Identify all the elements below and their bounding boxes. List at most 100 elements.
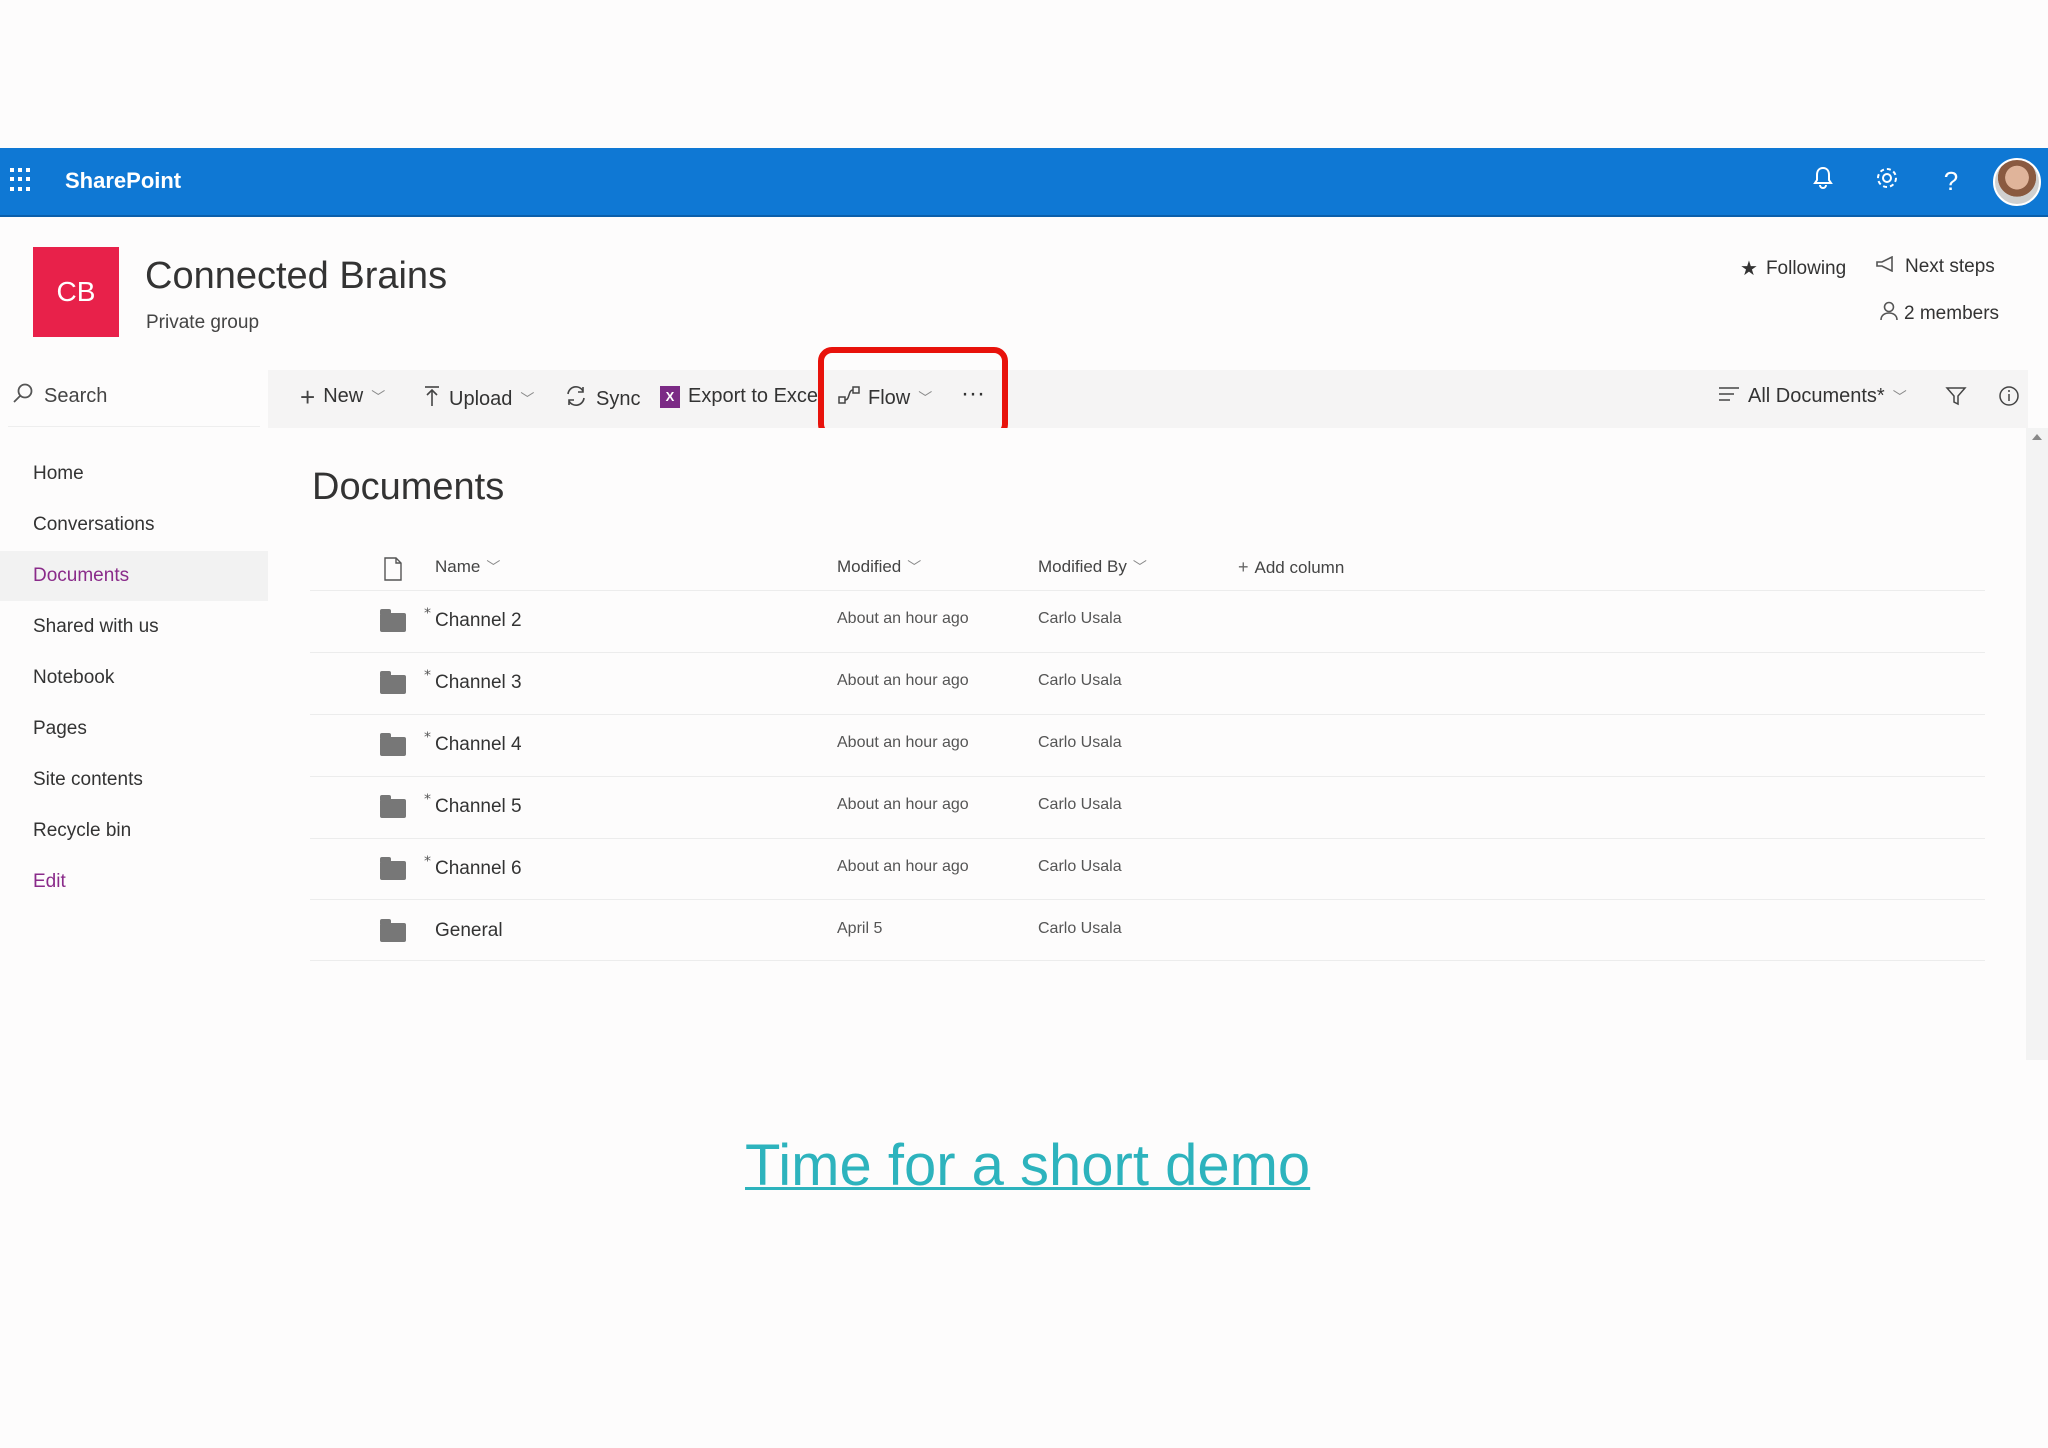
suite-bar: SharePoint ?: [0, 148, 2048, 217]
row-modified-by[interactable]: Carlo Usala: [1038, 610, 1122, 628]
row-name[interactable]: Channel 6: [435, 858, 522, 880]
chevron-down-icon: ﹀: [907, 559, 922, 575]
new-item-icon: ⁎: [424, 600, 431, 616]
sync-label: Sync: [596, 387, 641, 410]
nav-item-notebook[interactable]: Notebook: [0, 653, 268, 703]
nav-item-recycle-bin[interactable]: Recycle bin: [0, 806, 268, 856]
row-modified: About an hour ago: [837, 796, 969, 813]
new-item-icon: ⁎: [424, 662, 431, 678]
members-label: 2 members: [1904, 303, 2000, 324]
row-name[interactable]: Channel 2: [435, 610, 522, 632]
site-logo[interactable]: CB: [33, 247, 119, 337]
folder-icon: [380, 671, 406, 694]
nav-item-pages[interactable]: Pages: [0, 704, 268, 754]
megaphone-icon: [1875, 255, 1897, 278]
upload-icon: [423, 385, 441, 413]
upload-button[interactable]: Upload ﹀: [423, 385, 534, 413]
demo-caption-link[interactable]: Time for a short demo: [745, 1132, 1310, 1199]
add-column-label: Add column: [1254, 557, 1345, 577]
new-label: New: [323, 385, 364, 407]
next-steps-label: Next steps: [1905, 256, 1995, 277]
star-icon: ★: [1740, 258, 1758, 280]
nav-item-home[interactable]: Home: [0, 449, 268, 499]
scroll-up-icon[interactable]: [2032, 434, 2042, 440]
row-name[interactable]: Channel 5: [435, 796, 522, 818]
view-switcher[interactable]: All Documents* ﹀: [1718, 385, 1907, 408]
row-modified: About an hour ago: [837, 858, 969, 875]
column-header-name[interactable]: Name ﹀: [435, 557, 500, 577]
left-nav: Search Home Conversations Documents Shar…: [0, 370, 268, 1060]
filter-icon[interactable]: [1945, 385, 1967, 407]
chevron-down-icon: ﹀: [1892, 388, 1907, 405]
row-name[interactable]: Channel 3: [435, 672, 522, 694]
search-icon: [12, 382, 34, 410]
library-title: Documents: [312, 466, 505, 508]
search-divider: [8, 426, 260, 427]
export-to-excel-button[interactable]: X Export to Excel: [660, 385, 823, 408]
plus-icon: +: [300, 381, 316, 412]
nav-item-site-contents[interactable]: Site contents: [0, 755, 268, 805]
row-modified: About an hour ago: [837, 610, 969, 627]
row-divider: [310, 838, 1985, 839]
info-icon[interactable]: [1998, 385, 2020, 407]
row-modified-by[interactable]: Carlo Usala: [1038, 672, 1122, 690]
folder-icon: [380, 795, 406, 818]
header-divider: [310, 590, 1985, 591]
sync-icon: [564, 385, 588, 413]
row-name[interactable]: Channel 4: [435, 734, 522, 756]
sharepoint-brand[interactable]: SharePoint: [65, 168, 181, 194]
nav-edit-link[interactable]: Edit: [0, 857, 268, 907]
export-label: Export to Excel: [688, 385, 823, 407]
row-modified: About an hour ago: [837, 672, 969, 689]
chevron-down-icon: ﹀: [1132, 559, 1147, 575]
plus-icon: +: [1238, 557, 1249, 577]
following-button[interactable]: ★ Following: [1740, 256, 1846, 281]
avatar[interactable]: [1993, 158, 2041, 206]
scrollbar[interactable]: [2026, 428, 2048, 1060]
folder-icon: [380, 919, 406, 942]
chevron-down-icon: ﹀: [371, 388, 386, 405]
column-header-modified[interactable]: Modified ﹀: [837, 557, 921, 577]
new-item-icon: ⁎: [424, 786, 431, 802]
row-modified-by[interactable]: Carlo Usala: [1038, 858, 1122, 876]
file-type-icon[interactable]: [383, 557, 403, 581]
chevron-down-icon: ﹀: [486, 559, 501, 575]
lines-icon: [1718, 385, 1740, 408]
modified-header-label: Modified: [837, 557, 902, 576]
bell-icon[interactable]: [1806, 164, 1840, 198]
app-launcher-icon[interactable]: [10, 168, 34, 192]
row-modified-by[interactable]: Carlo Usala: [1038, 734, 1122, 752]
view-label: All Documents*: [1748, 385, 1885, 407]
members-button[interactable]: 2 members: [1880, 301, 1999, 327]
row-modified: About an hour ago: [837, 734, 969, 751]
row-divider: [310, 960, 1985, 961]
modified-by-header-label: Modified By: [1038, 557, 1127, 576]
upload-label: Upload: [449, 387, 513, 410]
gear-icon[interactable]: [1870, 164, 1904, 198]
folder-icon: [380, 857, 406, 880]
new-item-icon: ⁎: [424, 848, 431, 864]
nav-item-documents[interactable]: Documents: [0, 551, 268, 601]
nav-item-conversations[interactable]: Conversations: [0, 500, 268, 550]
search-box[interactable]: Search: [12, 382, 107, 410]
row-divider: [310, 652, 1985, 653]
column-header-modified-by[interactable]: Modified By ﹀: [1038, 557, 1147, 577]
row-modified-by[interactable]: Carlo Usala: [1038, 796, 1122, 814]
nav-item-shared-with-us[interactable]: Shared with us: [0, 602, 268, 652]
flow-highlight-box: [818, 347, 1008, 438]
help-icon[interactable]: ?: [1934, 164, 1968, 198]
chevron-down-icon: ﹀: [520, 391, 535, 407]
site-title[interactable]: Connected Brains: [145, 255, 447, 298]
new-button[interactable]: + New ﹀: [300, 381, 386, 412]
add-column-button[interactable]: + Add column: [1238, 557, 1344, 578]
excel-icon: X: [660, 385, 680, 408]
sync-button[interactable]: Sync: [564, 385, 640, 413]
row-divider: [310, 714, 1985, 715]
site-subtitle: Private group: [146, 312, 260, 333]
row-divider: [310, 776, 1985, 777]
row-name[interactable]: General: [435, 920, 503, 942]
next-steps-button[interactable]: Next steps: [1875, 255, 1995, 278]
new-item-icon: ⁎: [424, 724, 431, 740]
row-modified-by[interactable]: Carlo Usala: [1038, 920, 1122, 938]
main-content: [268, 428, 2028, 1060]
